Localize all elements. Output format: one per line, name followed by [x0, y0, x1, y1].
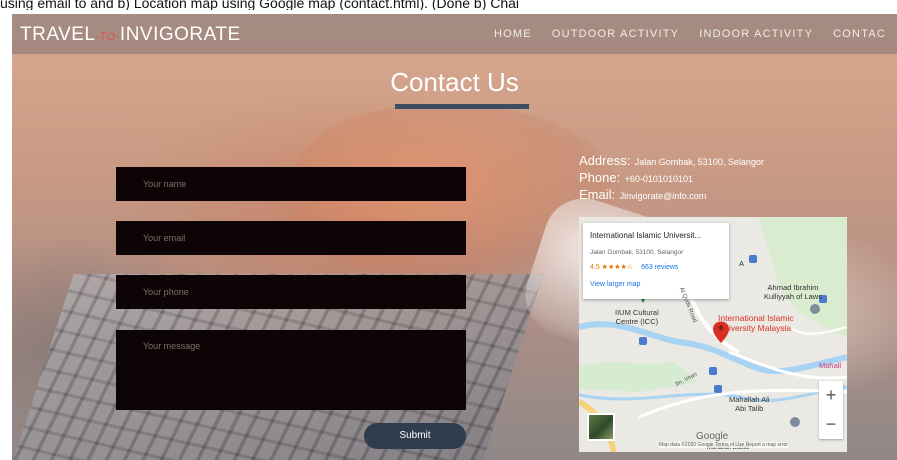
satellite-toggle-thumbnail[interactable]	[587, 413, 615, 441]
email-input[interactable]: Your email	[116, 221, 466, 255]
place-info-card: International Islamic Universit... Jalan…	[583, 223, 729, 299]
place-rating: 4.5 ★★★★☆ 663 reviews	[590, 263, 678, 271]
reviews-link[interactable]: 663 reviews	[641, 264, 678, 271]
map-label-ahmad-ibrahim: Ahmad Ibrahim Kulliyyah of Laws	[764, 283, 822, 301]
logo-text-left: TRAVEL	[20, 24, 96, 45]
map-marker-a-label: A	[739, 259, 745, 268]
map-label-mahallah-ali: Mahallah Ali Abi Talib	[729, 395, 770, 413]
email-value: Jinvigorate@info.com	[619, 191, 707, 201]
zoom-out-button[interactable]: −	[819, 410, 843, 439]
contact-info: Address: Jalan Gombak, 53100, Selangor P…	[579, 153, 764, 204]
nav-home[interactable]: HOME	[494, 28, 532, 40]
name-input[interactable]: Your name	[116, 167, 466, 201]
google-map-embed[interactable]: International Islamic Universit... Jalan…	[579, 217, 847, 452]
document-caption: using email to and b) Location map using…	[0, 0, 897, 10]
address-row: Address: Jalan Gombak, 53100, Selangor	[579, 153, 764, 170]
view-larger-map-link[interactable]: View larger map	[590, 281, 640, 288]
title-underline	[395, 104, 529, 109]
logo-text-mid: -TO-	[95, 31, 120, 43]
email-row: Email: Jinvigorate@info.com	[579, 187, 764, 204]
page-title: Contact Us	[390, 67, 519, 97]
map-label-university: International Islamic University Malaysi…	[718, 313, 794, 333]
phone-value: +60-0101010101	[624, 174, 693, 184]
zoom-in-button[interactable]: +	[819, 381, 843, 410]
email-label: Email:	[579, 187, 616, 202]
submit-button[interactable]: Submit	[364, 423, 466, 449]
phone-row: Phone: +60-0101010101	[579, 170, 764, 187]
nav-contact[interactable]: CONTAC	[833, 28, 886, 40]
address-label: Address:	[579, 153, 631, 168]
nav-indoor-activity[interactable]: INDOOR ACTIVITY	[699, 28, 813, 40]
site-logo[interactable]: TRAVEL-TO-INVIGORATE	[20, 24, 241, 46]
place-name: International Islamic Universit...	[590, 231, 702, 240]
map-label-mahall-edge: Mahall	[819, 361, 842, 370]
contact-page: TRAVEL-TO-INVIGORATE HOME OUTDOOR ACTIVI…	[12, 14, 897, 460]
nav-outdoor-activity[interactable]: OUTDOOR ACTIVITY	[552, 28, 679, 40]
nav-menu: HOME OUTDOOR ACTIVITY INDOOR ACTIVITY CO…	[494, 28, 886, 40]
phone-label: Phone:	[579, 170, 621, 185]
rating-stars: 4.5 ★★★★☆	[590, 264, 634, 271]
map-zoom-controls: + −	[819, 381, 843, 439]
map-label-iium-cultural: IIUM Cultural Centre (ICC)	[615, 308, 659, 326]
address-value: Jalan Gombak, 53100, Selangor	[634, 157, 764, 167]
message-textarea[interactable]: Your message	[116, 330, 466, 410]
top-navbar: TRAVEL-TO-INVIGORATE HOME OUTDOOR ACTIVI…	[12, 14, 897, 54]
logo-text-right: INVIGORATE	[119, 24, 241, 45]
place-address: Jalan Gombak, 53100, Selangor	[590, 249, 684, 256]
map-attribution[interactable]: Map data ©2020 Google Terms of Use Repor…	[659, 442, 788, 448]
phone-input[interactable]: Your phone	[116, 275, 466, 309]
google-logo: Google	[696, 431, 729, 442]
